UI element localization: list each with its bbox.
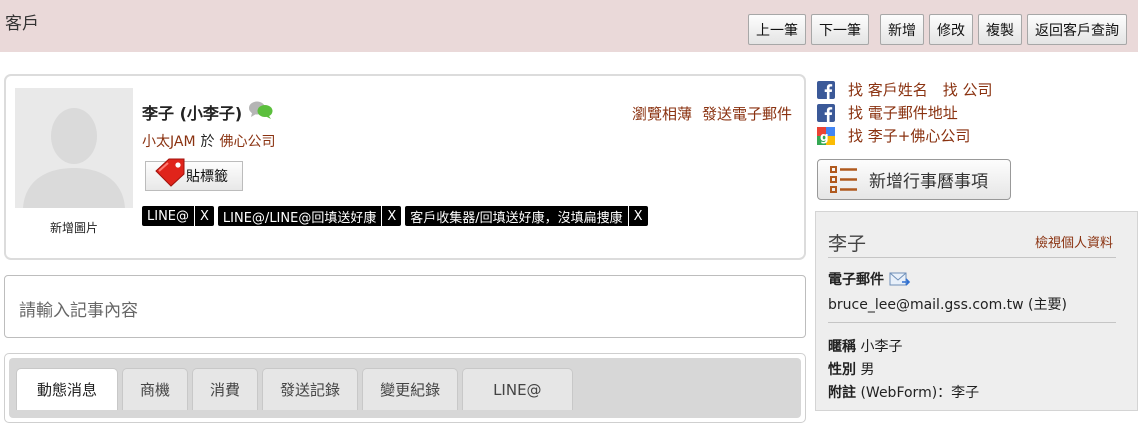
facebook-icon bbox=[817, 80, 835, 99]
contact-card: 新增圖片 李子 (小李子) 瀏覽相薄 發送電子郵件 小太JAM 於 佛心公司 貼… bbox=[4, 74, 806, 260]
social-search-links: 找 客戶姓名 找 公司 找 電子郵件地址 g 找 李子+佛心公司 bbox=[817, 78, 1008, 147]
find-company-link[interactable]: 找 公司 bbox=[943, 79, 993, 100]
note-input[interactable]: 請輸入記事內容 bbox=[4, 275, 806, 338]
contact-actions: 瀏覽相薄 發送電子郵件 bbox=[622, 103, 792, 124]
person-silhouette-icon bbox=[23, 108, 125, 208]
at-label: 於 bbox=[200, 134, 215, 150]
gender-row: 性別 男 bbox=[828, 359, 874, 379]
tag-chip: LINE@/LINE@回填送好康 X bbox=[217, 206, 402, 226]
divider bbox=[828, 322, 1116, 323]
activity-panel: 動態消息 商機 消費 發送記錄 變更紀錄 LINE@ bbox=[4, 353, 806, 423]
prev-record-button[interactable]: 上一筆 bbox=[748, 14, 806, 45]
email-value[interactable]: bruce_lee@mail.gss.com.tw (主要) bbox=[828, 294, 1067, 314]
mail-icon[interactable] bbox=[889, 271, 911, 287]
find-email-link[interactable]: 找 電子郵件地址 bbox=[848, 102, 958, 123]
page-title: 客戶 bbox=[5, 14, 39, 34]
email-label: 電子郵件 bbox=[828, 272, 884, 288]
owner-company-line: 小太JAM 於 佛心公司 bbox=[142, 131, 276, 151]
remove-tag-button[interactable]: X bbox=[194, 206, 214, 226]
remark-label: 附註 bbox=[828, 385, 856, 401]
google-icon: g bbox=[817, 126, 835, 145]
facebook-icon bbox=[817, 103, 835, 122]
tag-chip: 客戶收集器/回填送好康，沒填扁捜康 X bbox=[405, 206, 648, 226]
tag-label: 客戶收集器/回填送好康，沒填扁捜康 bbox=[410, 210, 623, 226]
tab-change-log[interactable]: 變更紀錄 bbox=[362, 368, 459, 410]
browse-album-link[interactable]: 瀏覽相薄 bbox=[632, 103, 692, 124]
top-header: 客戶 上一筆 下一筆 新增 修改 複製 返回客戶查詢 bbox=[0, 0, 1138, 52]
view-profile-link[interactable]: 檢視個人資料 bbox=[1035, 232, 1113, 251]
tab-opportunities[interactable]: 商機 bbox=[122, 368, 189, 410]
nickname-row: 暱稱 小李子 bbox=[828, 336, 902, 356]
remove-tag-button[interactable]: X bbox=[381, 206, 401, 226]
find-row: 找 電子郵件地址 bbox=[817, 101, 1008, 124]
profile-name: 李子 bbox=[828, 233, 867, 255]
svg-text:g: g bbox=[820, 130, 829, 144]
email-label-row: 電子郵件 bbox=[828, 269, 911, 289]
tag-label: LINE@ bbox=[147, 208, 190, 224]
contact-name-row: 李子 (小李子) bbox=[142, 100, 274, 124]
tab-send-records[interactable]: 發送記錄 bbox=[262, 368, 359, 410]
tag-list: LINE@ X LINE@/LINE@回填送好康 X 客戶收集器/回填送好康，沒… bbox=[142, 206, 652, 226]
find-google-link[interactable]: 找 李子+佛心公司 bbox=[848, 125, 970, 146]
back-to-search-button[interactable]: 返回客戶查詢 bbox=[1027, 14, 1127, 45]
find-row: 找 客戶姓名 找 公司 bbox=[817, 78, 1008, 101]
gender-value: 男 bbox=[860, 362, 875, 378]
company-link[interactable]: 佛心公司 bbox=[220, 131, 276, 151]
find-row: g 找 李子+佛心公司 bbox=[817, 124, 1008, 147]
record-toolbar: 上一筆 下一筆 新增 修改 複製 返回客戶查詢 bbox=[743, 14, 1127, 45]
tab-news-feed[interactable]: 動態消息 bbox=[16, 368, 119, 410]
add-tag-button[interactable]: 貼標籤 bbox=[145, 158, 243, 191]
add-photo-link[interactable]: 新增圖片 bbox=[15, 219, 133, 236]
divider bbox=[828, 257, 1116, 258]
remove-tag-button[interactable]: X bbox=[627, 206, 648, 226]
remark-value: (WebForm)：李子 bbox=[860, 385, 980, 401]
find-customer-name-link[interactable]: 找 客戶姓名 bbox=[848, 79, 928, 100]
add-calendar-event-button[interactable]: 新增行事曆事項 bbox=[817, 159, 1011, 200]
list-icon bbox=[830, 165, 857, 193]
add-calendar-event-label: 新增行事曆事項 bbox=[869, 172, 988, 192]
edit-button[interactable]: 修改 bbox=[929, 14, 973, 45]
remark-row: 附註 (WebForm)：李子 bbox=[828, 382, 979, 402]
contact-name: 李子 (小李子) bbox=[142, 104, 243, 123]
next-record-button[interactable]: 下一筆 bbox=[811, 14, 869, 45]
tag-label: LINE@/LINE@回填送好康 bbox=[222, 210, 377, 226]
send-email-link[interactable]: 發送電子郵件 bbox=[702, 103, 792, 124]
copy-button[interactable]: 複製 bbox=[978, 14, 1022, 45]
add-button[interactable]: 新增 bbox=[880, 14, 924, 45]
tab-line-at[interactable]: LINE@ bbox=[462, 368, 573, 410]
owner-link[interactable]: 小太JAM bbox=[142, 131, 196, 151]
nickname-value: 小李子 bbox=[860, 339, 903, 355]
nickname-label: 暱稱 bbox=[828, 339, 856, 355]
chat-icon[interactable] bbox=[248, 100, 274, 124]
profile-panel: 李子 檢視個人資料 電子郵件 bruce_lee@mail.gss.com.tw… bbox=[815, 211, 1138, 411]
tag-chip: LINE@ X bbox=[142, 206, 214, 226]
tab-purchases[interactable]: 消費 bbox=[192, 368, 259, 410]
tab-bar: 動態消息 商機 消費 發送記錄 變更紀錄 LINE@ bbox=[9, 358, 801, 418]
gender-label: 性別 bbox=[828, 362, 856, 378]
add-tag-label: 貼標籤 bbox=[186, 169, 228, 185]
avatar[interactable] bbox=[15, 88, 133, 208]
tag-icon bbox=[153, 156, 187, 192]
